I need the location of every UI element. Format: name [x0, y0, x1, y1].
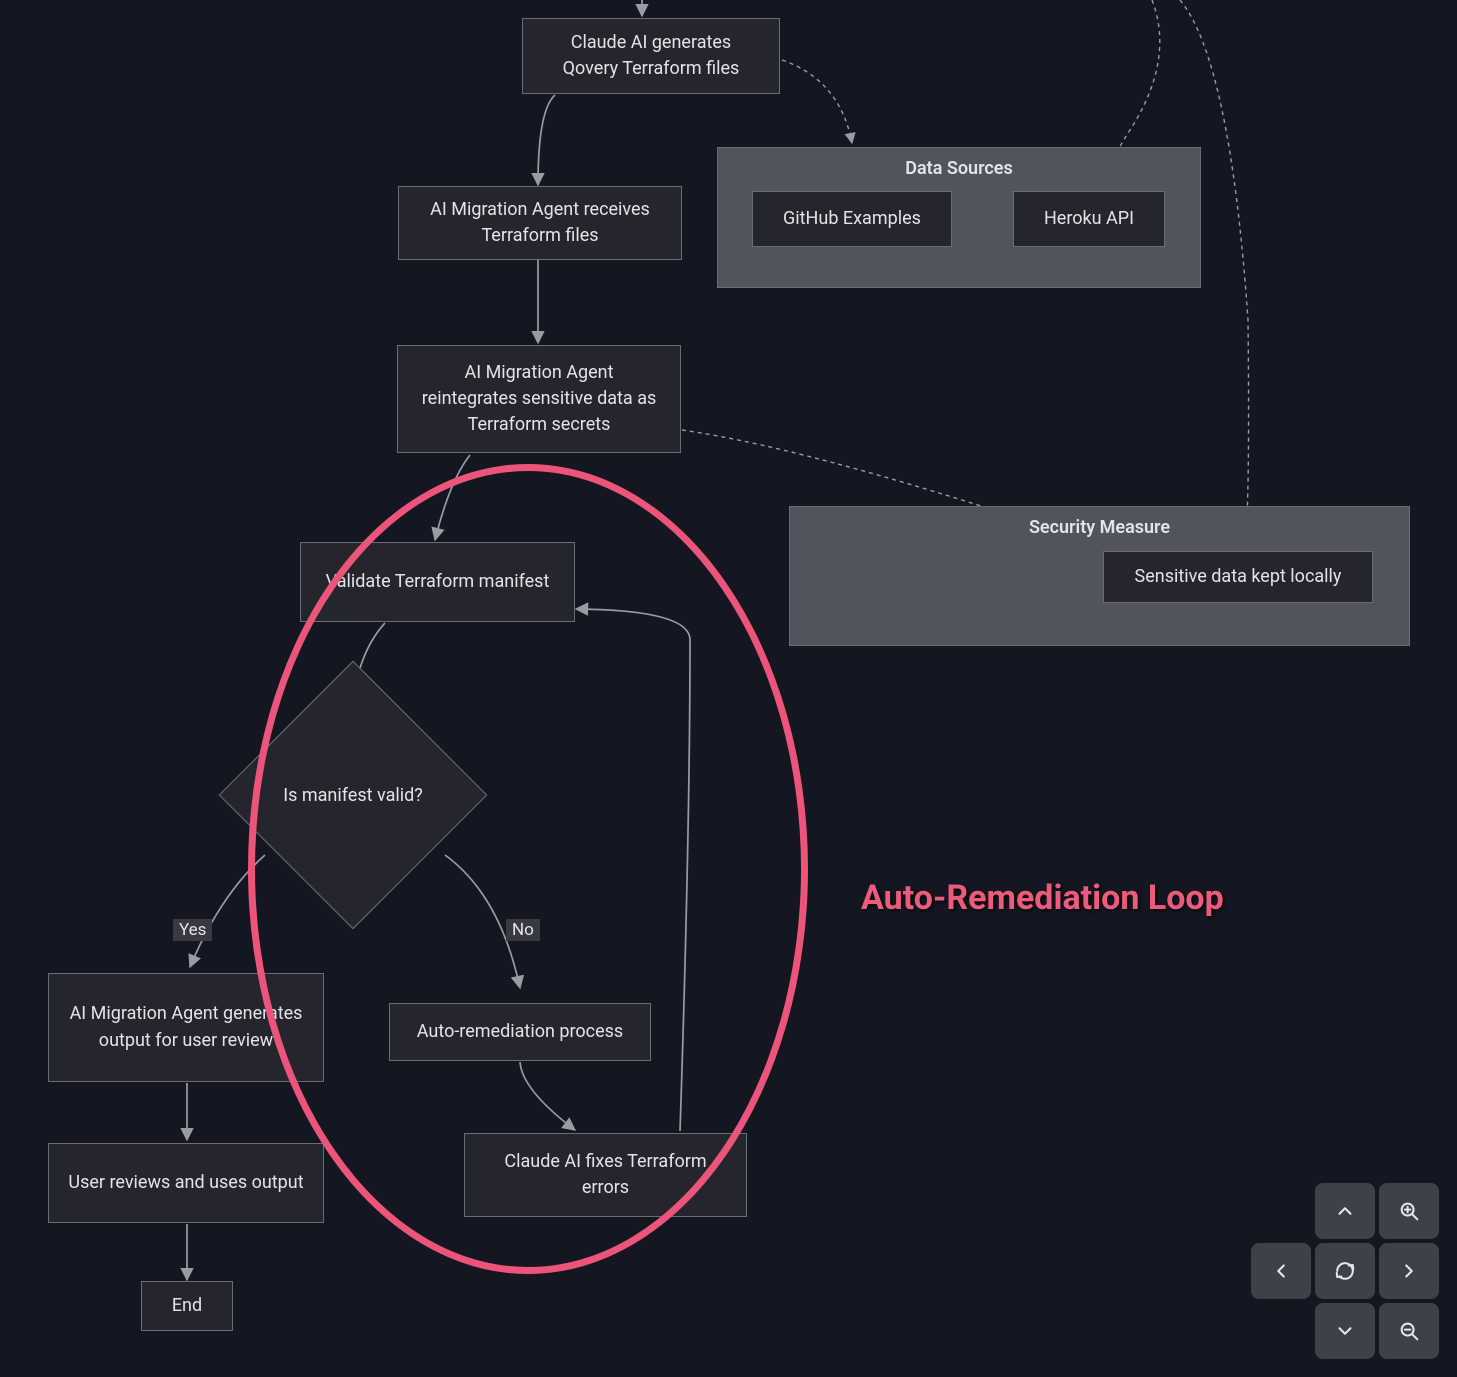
refresh-icon: [1334, 1260, 1356, 1282]
pan-up-button[interactable]: [1315, 1183, 1375, 1239]
chevron-left-icon: [1270, 1260, 1292, 1282]
node-text: AI Migration Agent receives Terraform fi…: [417, 197, 663, 249]
pan-left-button[interactable]: [1251, 1243, 1311, 1299]
node-text: GitHub Examples: [783, 206, 921, 232]
annotation-label: Auto-Remediation Loop: [861, 878, 1224, 918]
zoom-out-button[interactable]: [1379, 1303, 1439, 1359]
node-generates-tf: Claude AI generates Qovery Terraform fil…: [522, 18, 780, 94]
annotation-ellipse: [248, 464, 808, 1274]
node-end: End: [141, 1281, 233, 1331]
node-text: Sensitive data kept locally: [1135, 564, 1342, 590]
pan-right-button[interactable]: [1379, 1243, 1439, 1299]
chevron-right-icon: [1398, 1260, 1420, 1282]
node-heroku-api: Heroku API: [1013, 191, 1165, 247]
node-text: User reviews and uses output: [68, 1170, 303, 1196]
view-controls: [1251, 1183, 1439, 1359]
node-text: AI Migration Agent reintegrates sensitiv…: [416, 360, 662, 438]
reset-view-button[interactable]: [1315, 1243, 1375, 1299]
chevron-down-icon: [1334, 1320, 1356, 1342]
zoom-in-icon: [1398, 1200, 1420, 1222]
node-text: Claude AI generates Qovery Terraform fil…: [541, 30, 761, 82]
zoom-out-icon: [1398, 1320, 1420, 1342]
node-sensitive-local: Sensitive data kept locally: [1103, 551, 1373, 603]
group-title-data-sources: Data Sources: [718, 158, 1200, 179]
node-reintegrates: AI Migration Agent reintegrates sensitiv…: [397, 345, 681, 453]
chevron-up-icon: [1334, 1200, 1356, 1222]
pan-down-button[interactable]: [1315, 1303, 1375, 1359]
node-receives-tf: AI Migration Agent receives Terraform fi…: [398, 186, 682, 260]
edge-label-yes: Yes: [173, 919, 212, 941]
node-text: End: [172, 1293, 202, 1319]
node-user-reviews: User reviews and uses output: [48, 1143, 324, 1223]
node-github-examples: GitHub Examples: [752, 191, 952, 247]
group-title-security: Security Measure: [790, 517, 1409, 538]
node-text: Heroku API: [1044, 206, 1134, 232]
zoom-in-button[interactable]: [1379, 1183, 1439, 1239]
